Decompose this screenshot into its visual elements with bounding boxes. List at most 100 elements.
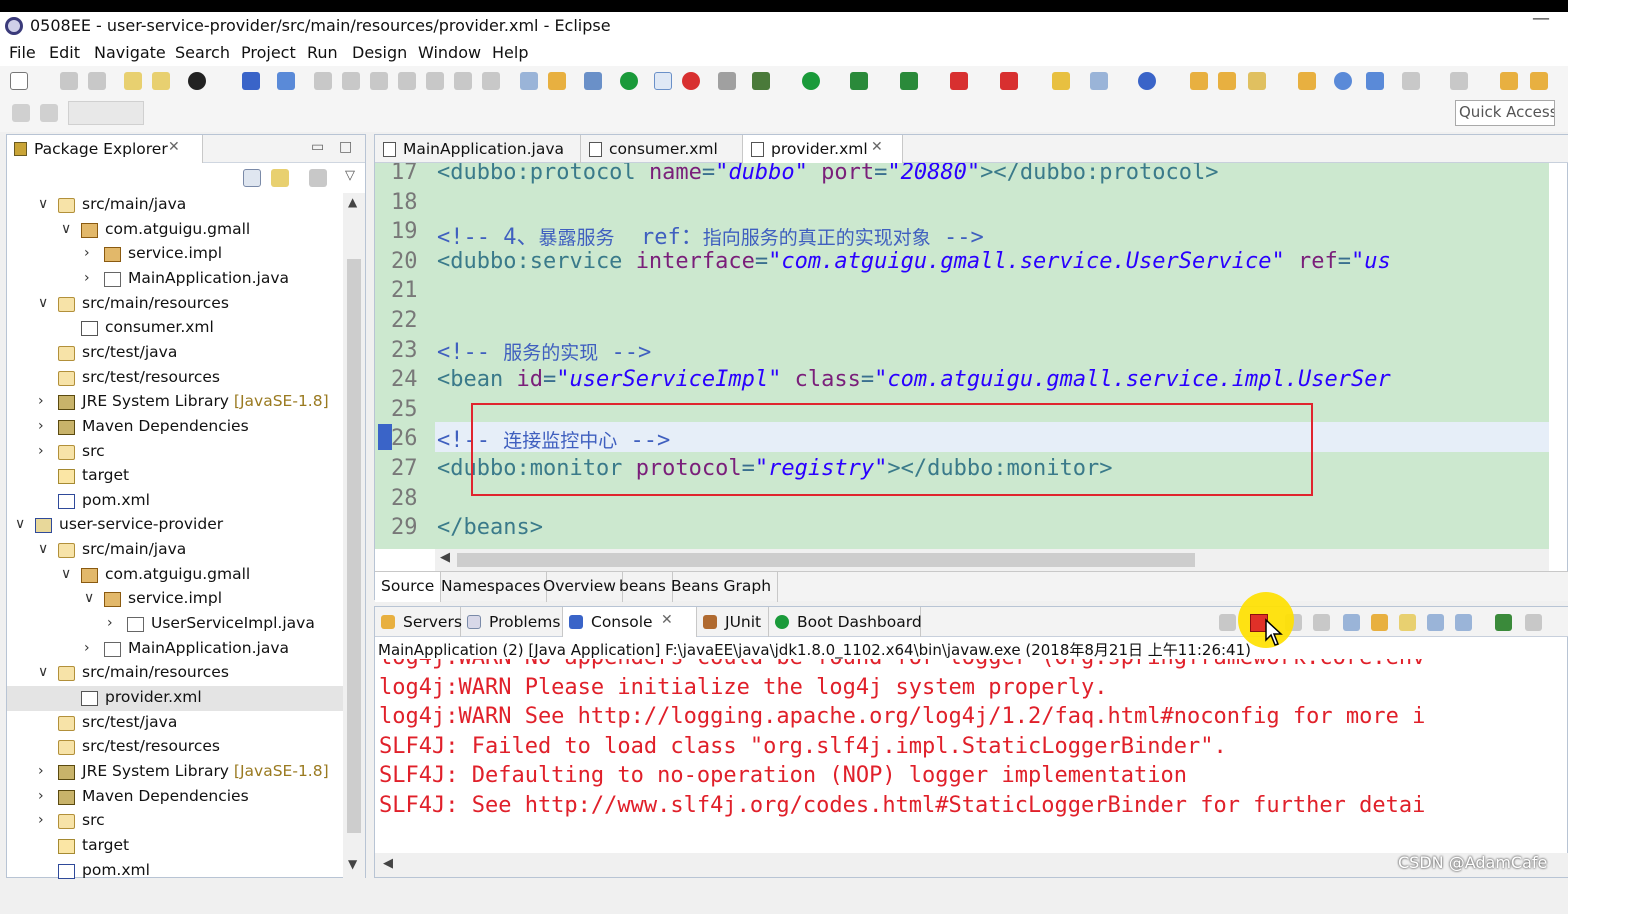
remove-all-icon[interactable] — [1313, 614, 1330, 631]
tree-item[interactable]: consumer.xml — [7, 316, 343, 341]
person-icon[interactable] — [188, 72, 206, 90]
step-return-icon[interactable] — [482, 72, 500, 90]
tree-item[interactable]: › MainApplication.java — [7, 267, 343, 292]
tab-problems[interactable]: Problems — [461, 607, 563, 637]
console-output[interactable]: log4j:WARN No appenders could be found f… — [375, 659, 1568, 859]
tree-item[interactable]: › Maven Dependencies — [7, 415, 343, 440]
project-icon[interactable] — [1298, 72, 1316, 90]
tab-package-explorer[interactable]: Package Explorer ✕ — [7, 135, 203, 163]
tree-item[interactable]: › src — [7, 440, 343, 465]
tree-item[interactable]: › UserServiceImpl.java — [7, 612, 343, 637]
open-folder-icon[interactable] — [1190, 72, 1208, 90]
debug-icon[interactable] — [752, 72, 770, 90]
menu-run[interactable]: Run — [307, 43, 338, 62]
tab-boot-dashboard[interactable]: Boot Dashboard — [769, 607, 922, 637]
navigate-icon[interactable] — [1366, 72, 1384, 90]
drop-frame-icon[interactable] — [520, 72, 538, 90]
menu-file[interactable]: File — [9, 43, 36, 62]
new-wizard-icon[interactable] — [1090, 72, 1108, 90]
chevron-right-icon[interactable]: › — [84, 640, 90, 656]
tree-item[interactable]: src/test/java — [7, 341, 343, 366]
open-console-icon[interactable] — [1495, 614, 1512, 631]
word-wrap-icon[interactable] — [1399, 614, 1416, 631]
tree-item[interactable]: › Maven Dependencies — [7, 785, 343, 810]
refresh-icon[interactable] — [682, 72, 700, 90]
tree-item[interactable]: ∨ src/main/resources — [7, 292, 343, 317]
menu-design[interactable]: Design — [352, 43, 407, 62]
tab-namespaces[interactable]: Namespaces — [435, 572, 548, 602]
tree-item[interactable]: target — [7, 464, 343, 489]
spring-icon[interactable] — [1138, 72, 1156, 90]
tree-item[interactable]: ∨ user-service-provider — [7, 513, 343, 538]
chevron-down-icon[interactable]: ∨ — [38, 664, 48, 680]
menu-edit[interactable]: Edit — [49, 43, 80, 62]
chevron-down-icon[interactable]: ∨ — [61, 221, 71, 237]
refresh-icon[interactable] — [1219, 614, 1236, 631]
scroll-lock-icon[interactable] — [1371, 614, 1388, 631]
close-icon[interactable]: ✕ — [661, 612, 673, 628]
tree-item[interactable]: › MainApplication.java — [7, 637, 343, 662]
chevron-down-icon[interactable]: ∨ — [61, 566, 71, 582]
pin-console-icon[interactable] — [1427, 614, 1444, 631]
new-server-icon[interactable] — [1052, 72, 1070, 90]
disconnect-icon[interactable] — [398, 72, 416, 90]
chevron-right-icon[interactable]: › — [84, 270, 90, 286]
external-tools-icon[interactable] — [900, 72, 918, 90]
grid-icon[interactable] — [40, 104, 58, 122]
chevron-right-icon[interactable]: › — [84, 245, 90, 261]
tab-junit[interactable]: JUnit — [697, 607, 769, 637]
scroll-up-icon[interactable]: ▲ — [348, 195, 357, 209]
globe-icon[interactable] — [1334, 72, 1352, 90]
resume-icon[interactable] — [314, 72, 332, 90]
tree-item[interactable]: ∨ src/main/java — [7, 193, 343, 218]
menu-search[interactable]: Search — [175, 43, 230, 62]
scroll-thumb[interactable] — [457, 553, 1195, 567]
scroll-left-icon[interactable]: ◀ — [440, 550, 450, 565]
menu-project[interactable]: Project — [241, 43, 296, 62]
next-annotation-icon[interactable] — [1402, 72, 1420, 90]
forward-icon[interactable] — [1530, 72, 1548, 90]
tree-item[interactable]: pom.xml — [7, 489, 343, 514]
boot-icon[interactable] — [620, 72, 638, 90]
tree-item[interactable]: provider.xml — [7, 686, 343, 711]
tree-item[interactable]: src/test/resources — [7, 366, 343, 391]
new-icon[interactable] — [10, 72, 28, 90]
save-icon[interactable] — [60, 72, 78, 90]
tab-provider-xml[interactable]: provider.xml ✕ — [743, 135, 903, 163]
display-console-icon[interactable] — [1455, 614, 1472, 631]
console-hscrollbar[interactable]: ◀ — [375, 853, 1568, 877]
chevron-right-icon[interactable]: › — [38, 788, 44, 804]
tree-item[interactable]: src/test/resources — [7, 735, 343, 760]
console-icon[interactable] — [242, 72, 260, 90]
tab-beans[interactable]: beans — [613, 572, 673, 602]
tree-item[interactable]: › service.impl — [7, 242, 343, 267]
stop-server-icon[interactable] — [950, 72, 968, 90]
use-step-filters-icon[interactable] — [548, 72, 566, 90]
tree-item[interactable]: › JRE System Library [JavaSE-1.8] — [7, 390, 343, 415]
menu-window[interactable]: Window — [418, 43, 481, 62]
collapse-all-icon[interactable] — [243, 169, 261, 187]
open-type-icon[interactable] — [124, 72, 142, 90]
save-all-icon[interactable] — [88, 72, 106, 90]
tree-item[interactable]: ∨ com.atguigu.gmall — [7, 218, 343, 243]
quick-access-input[interactable]: Quick Access — [1455, 100, 1555, 126]
step-into-icon[interactable] — [426, 72, 444, 90]
tab-consumer-xml[interactable]: consumer.xml — [581, 135, 743, 163]
tab-overview[interactable]: Overview — [537, 572, 623, 602]
chevron-right-icon[interactable]: › — [38, 418, 44, 434]
view-menu-icon[interactable]: ▽ — [345, 168, 355, 183]
run-icon[interactable] — [802, 72, 820, 90]
toggle-icon[interactable] — [654, 72, 672, 90]
tab-source[interactable]: Source — [375, 572, 442, 602]
close-icon[interactable]: ✕ — [871, 139, 883, 155]
open-file-icon[interactable] — [1218, 72, 1236, 90]
tab-servers[interactable]: Servers — [375, 607, 462, 637]
coverage-icon[interactable] — [850, 72, 868, 90]
open-perspective-icon[interactable] — [584, 72, 602, 90]
tree-item[interactable]: ∨ src/main/java — [7, 538, 343, 563]
menu-help[interactable]: Help — [492, 43, 528, 62]
tree-scrollbar[interactable]: ▲ ▼ — [343, 193, 365, 879]
chevron-right-icon[interactable]: › — [38, 763, 44, 779]
pointer-icon[interactable] — [277, 72, 295, 90]
tab-beans-graph[interactable]: Beans Graph — [665, 572, 779, 602]
